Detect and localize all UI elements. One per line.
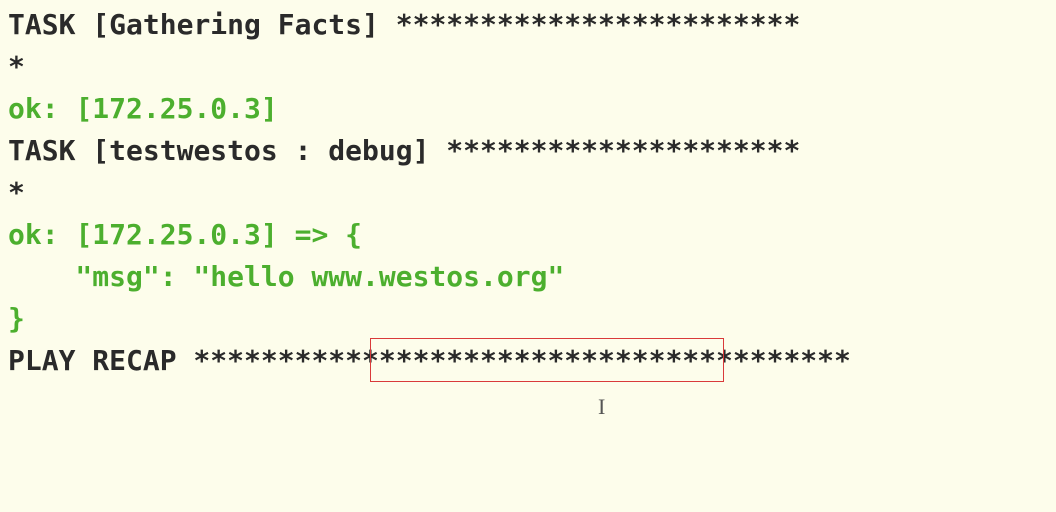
ok-prefix: ok: — [8, 92, 75, 125]
task-gathering-facts-stars-cont: * — [8, 46, 1048, 88]
task-name: [testwestos : debug] — [92, 134, 429, 167]
task-name: [Gathering Facts] — [92, 8, 379, 41]
ok-host: [172.25.0.3] — [75, 218, 277, 251]
task-debug-stars-cont: * — [8, 172, 1048, 214]
task-debug-msg: "msg": "hello www.westos.org" — [8, 256, 1048, 298]
task-label: TASK — [8, 8, 75, 41]
play-recap-header: PLAY RECAP *****************************… — [8, 340, 1048, 382]
task-debug-result-open: ok: [172.25.0.3] => { — [8, 214, 1048, 256]
task-gathering-facts-header: TASK [Gathering Facts] *****************… — [8, 4, 1048, 46]
recap-label: PLAY RECAP — [8, 344, 177, 377]
ok-arrow: => { — [278, 218, 362, 251]
task-stars: ************************ — [379, 8, 800, 41]
text-cursor-icon: I — [598, 390, 605, 423]
ok-host: [172.25.0.3] — [75, 92, 277, 125]
ok-prefix: ok: — [8, 218, 75, 251]
task-label: TASK — [8, 134, 75, 167]
task-gathering-facts-result: ok: [172.25.0.3] — [8, 88, 1048, 130]
task-stars: ********************* — [429, 134, 800, 167]
recap-stars: *************************************** — [177, 344, 851, 377]
task-debug-header: TASK [testwestos : debug] **************… — [8, 130, 1048, 172]
task-debug-close-brace: } — [8, 298, 1048, 340]
